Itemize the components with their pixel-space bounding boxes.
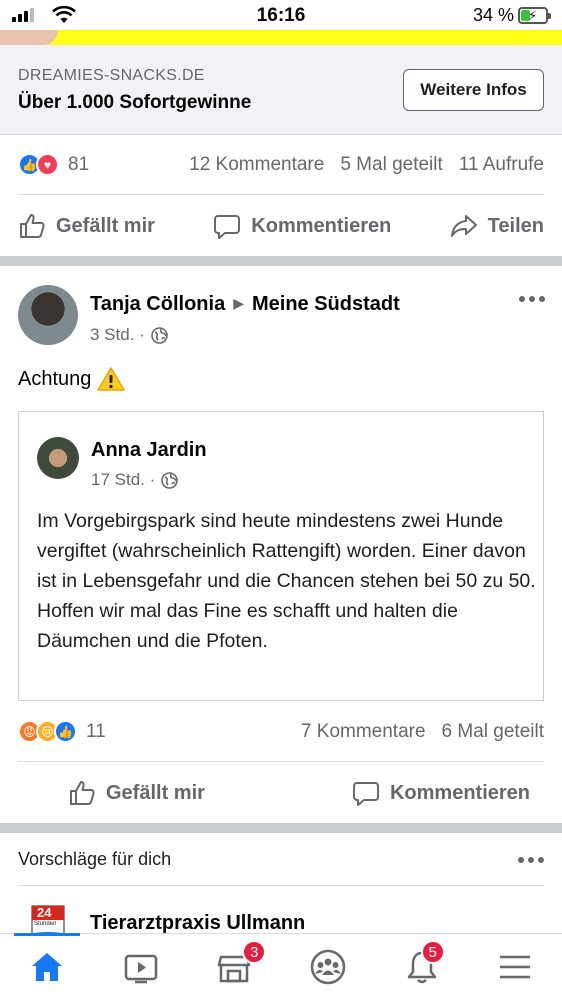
more-options-icon[interactable] xyxy=(518,856,544,863)
ad-domain: DREAMIES-SNACKS.DE xyxy=(18,67,205,84)
suggested-page-name[interactable]: Tierarztpraxis Ullmann xyxy=(90,912,305,935)
ad-reactions-row: 👍 ♥ 81 12 Kommentare 5 Mal geteilt 11 Au… xyxy=(18,135,544,195)
comment-button[interactable]: Kommentieren xyxy=(352,779,530,807)
ad-headline: Über 1.000 Sofortgewinne xyxy=(18,92,252,113)
share-label: Teilen xyxy=(487,214,544,237)
home-icon xyxy=(31,953,62,981)
reaction-summary[interactable]: 👍 ♥ xyxy=(18,153,59,176)
status-bar: 16:16 34 % ⚡ xyxy=(0,0,562,30)
like-label: Gefällt mir xyxy=(106,781,205,804)
share-button[interactable]: Teilen xyxy=(450,212,544,240)
groups-icon xyxy=(310,949,346,985)
more-options-icon[interactable] xyxy=(519,296,545,302)
more-info-button[interactable]: Weitere Infos xyxy=(403,69,544,111)
battery-icon: ⚡ xyxy=(518,7,551,24)
thumbs-up-icon xyxy=(20,214,45,238)
globe-icon xyxy=(161,471,179,489)
shared-author-name[interactable]: Anna Jardin xyxy=(91,439,207,462)
comment-button[interactable]: Kommentieren xyxy=(213,212,391,240)
post-reactions-row: 😡 😢 👍 11 7 Kommentare 6 Mal geteilt xyxy=(18,702,544,762)
triangle-right-icon: ▶ xyxy=(233,295,244,311)
ad-action-row: Gefällt mir Kommentieren Teilen xyxy=(18,196,544,256)
view-count[interactable]: 11 Aufrufe xyxy=(459,154,544,176)
share-count[interactable]: 5 Mal geteilt xyxy=(340,154,442,176)
like-button[interactable]: Gefällt mir xyxy=(18,212,155,240)
author-avatar[interactable] xyxy=(18,285,78,345)
shared-author-avatar[interactable] xyxy=(37,437,79,479)
like-reaction-icon: 👍 xyxy=(54,720,77,743)
page-logo[interactable]: 24 Stunden xyxy=(18,900,78,937)
suggestions-header: Vorschläge für dich xyxy=(18,834,544,886)
reaction-summary[interactable]: 😡 😢 👍 xyxy=(18,720,77,743)
suggestions-title: Vorschläge für dich xyxy=(18,849,172,869)
like-button[interactable]: Gefällt mir xyxy=(68,779,205,807)
comment-icon xyxy=(214,215,241,239)
shared-post[interactable]: Anna Jardin 17 Std. · Im Vorgebirgspark … xyxy=(18,411,544,701)
shared-post-meta: 17 Std. · xyxy=(91,470,179,490)
bottom-tab-bar: 3 5 xyxy=(0,933,562,1000)
tab-home[interactable] xyxy=(0,933,94,1000)
globe-icon xyxy=(151,326,168,344)
reaction-count[interactable]: 81 xyxy=(68,154,89,176)
group-name[interactable]: Meine Südstadt xyxy=(252,293,400,315)
shared-post-body: Im Vorgebirgspark sind heute mindestens … xyxy=(37,510,536,652)
marketplace-badge: 3 xyxy=(242,940,267,964)
comment-icon xyxy=(352,782,379,806)
post-timestamp[interactable]: 3 Std. · xyxy=(90,325,145,345)
comment-label: Kommentieren xyxy=(251,214,392,237)
feed-divider xyxy=(0,256,562,266)
warning-icon xyxy=(97,367,126,391)
ad-image[interactable] xyxy=(0,30,562,45)
share-count[interactable]: 6 Mal geteilt xyxy=(442,721,544,743)
tab-menu[interactable] xyxy=(468,934,562,1000)
shared-post-timestamp[interactable]: 17 Std. · xyxy=(91,470,155,490)
tab-notifications[interactable]: 5 xyxy=(375,934,469,1000)
post-text: Achtung xyxy=(18,366,126,392)
comment-count[interactable]: 7 Kommentare xyxy=(301,721,426,743)
share-icon xyxy=(450,215,477,237)
comment-label: Kommentieren xyxy=(389,781,530,804)
battery-percentage: 34 % xyxy=(472,5,514,25)
reaction-count[interactable]: 11 xyxy=(86,721,106,743)
love-reaction-icon: ♥ xyxy=(36,153,59,176)
ad-link-footer[interactable]: DREAMIES-SNACKS.DE Über 1.000 Sofortgewi… xyxy=(0,45,562,135)
watch-icon xyxy=(124,954,157,984)
logo-number: 24 xyxy=(37,905,52,920)
post-text-content: Achtung xyxy=(18,367,92,390)
author-name[interactable]: Tanja Cöllonia xyxy=(90,293,225,315)
like-label: Gefällt mir xyxy=(56,214,155,237)
post-action-row: Gefällt mir Kommentieren xyxy=(68,763,530,823)
menu-icon xyxy=(500,955,531,979)
notifications-badge: 5 xyxy=(420,940,445,964)
tab-groups[interactable] xyxy=(281,934,375,1000)
post-header-title: Tanja Cöllonia ▶ Meine Südstadt xyxy=(90,293,400,316)
post-meta: 3 Std. · xyxy=(90,325,168,345)
thumbs-up-icon xyxy=(70,781,95,805)
tab-watch[interactable] xyxy=(94,934,188,1000)
feed-divider xyxy=(0,823,562,833)
logo-subtext: Stunden xyxy=(34,921,57,927)
comment-count[interactable]: 12 Kommentare xyxy=(189,154,324,176)
tab-marketplace[interactable]: 3 xyxy=(187,934,281,1000)
